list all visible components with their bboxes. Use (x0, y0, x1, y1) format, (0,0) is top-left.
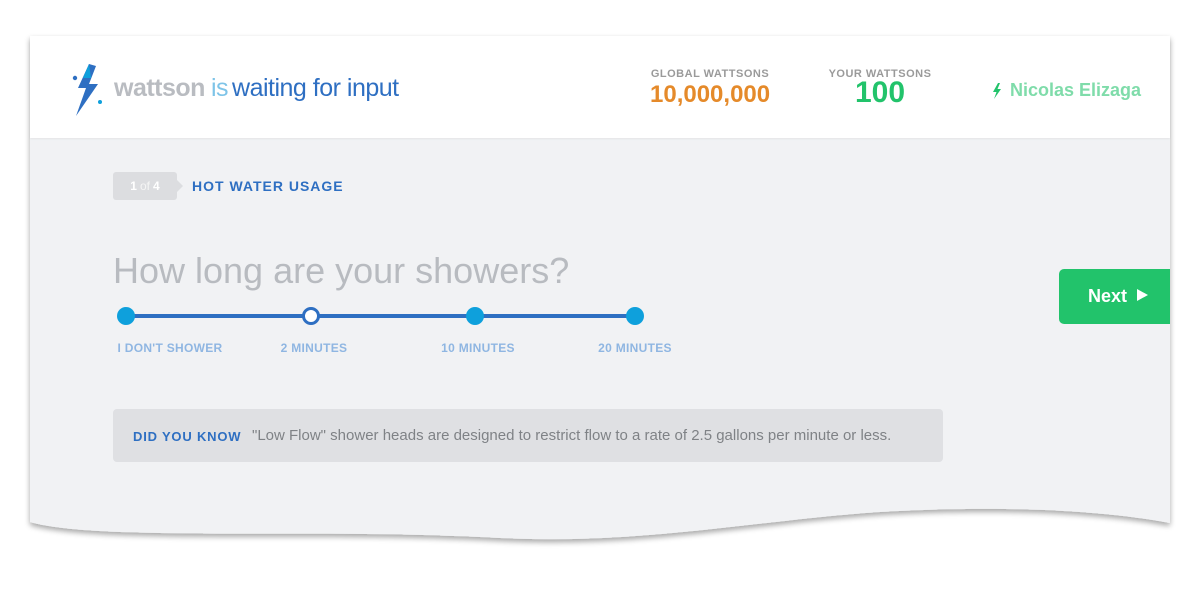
step-title: HOT WATER USAGE (192, 178, 344, 194)
slider-stop[interactable] (302, 307, 320, 325)
global-wattsons-stat: GLOBAL WATTSONS 10,000,000 (650, 68, 770, 109)
step-total: 4 (153, 179, 160, 193)
slider-stop[interactable] (626, 307, 644, 325)
your-wattsons-value: 100 (854, 76, 906, 109)
slider-track[interactable] (126, 314, 636, 318)
slider-stop-label[interactable]: 10 MINUTES (441, 341, 515, 355)
lightning-bolt-icon (72, 64, 102, 116)
app-screen: wattson is waiting for input GLOBAL WATTSO… (0, 0, 1200, 600)
slider-stop-label[interactable]: I DON'T SHOWER (117, 341, 222, 355)
shower-duration-slider[interactable]: I DON'T SHOWER 2 MINUTES 10 MINUTES 20 MINU… (110, 300, 690, 370)
lightning-bolt-icon (993, 82, 1001, 99)
slider-stop-label[interactable]: 2 MINUTES (281, 341, 348, 355)
user-profile-link[interactable]: Nicolas Elizaga (992, 80, 1141, 101)
slider-stop[interactable] (466, 307, 484, 325)
global-wattsons-label: GLOBAL WATTSONS (650, 68, 770, 80)
did-you-know-box: DID YOU KNOW "Low Flow" shower heads are… (113, 409, 943, 462)
your-wattsons-stat: YOUR WATTSONS 100 (820, 68, 940, 108)
step-current: 1 (130, 179, 137, 193)
question-heading: How long are your showers? (113, 250, 570, 291)
play-arrow-icon (1137, 289, 1149, 302)
did-you-know-label: DID YOU KNOW (133, 429, 242, 444)
global-wattsons-value: 10,000,000 (650, 81, 771, 108)
brand-name[interactable]: wattson (114, 74, 205, 102)
app-status-title: wattson is waiting for input (114, 74, 399, 103)
top-header: wattson is waiting for input GLOBAL WATTSO… (30, 36, 1170, 138)
app-status: waiting for input (232, 74, 399, 102)
brand-connector: is (210, 74, 229, 102)
step-counter-badge: 1 of 4 (113, 172, 183, 200)
next-button-label: Next (1088, 286, 1128, 306)
did-you-know-text: "Low Flow" shower heads are designed to … (252, 427, 892, 444)
next-button[interactable]: Next (1059, 269, 1170, 324)
step-of: of (139, 179, 150, 193)
slider-stop[interactable] (117, 307, 135, 325)
user-name: Nicolas Elizaga (1010, 80, 1142, 100)
slider-stop-label[interactable]: 20 MINUTES (598, 341, 672, 355)
